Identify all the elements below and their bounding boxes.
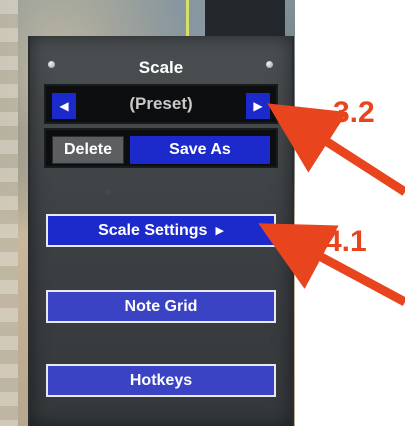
preset-actions: Delete Save As — [44, 128, 278, 168]
save-as-button[interactable]: Save As — [130, 136, 270, 164]
screenshot: Scale ◀ (Preset) ▶ Delete Save As Scale … — [0, 0, 405, 426]
panel-title: Scale — [138, 58, 184, 77]
preset-selector: ◀ (Preset) ▶ — [44, 84, 278, 124]
background-dark-area — [205, 0, 285, 36]
background-stripe — [0, 0, 18, 426]
scale-panel: Scale ◀ (Preset) ▶ Delete Save As Scale … — [28, 36, 294, 426]
preset-label[interactable]: (Preset) — [80, 86, 242, 122]
triangle-right-icon: ▶ — [215, 225, 224, 237]
annotation-label-4-1: 4.1 — [325, 225, 367, 258]
note-grid-button[interactable]: Note Grid — [46, 290, 276, 323]
triangle-right-icon: ▶ — [253, 99, 263, 113]
hotkeys-button[interactable]: Hotkeys — [46, 364, 276, 397]
scale-settings-label: Scale Settings — [98, 221, 208, 239]
delete-button[interactable]: Delete — [52, 136, 124, 164]
preset-next-button[interactable]: ▶ — [246, 93, 270, 119]
triangle-left-icon: ◀ — [59, 99, 69, 113]
annotation-label-3-2: 3.2 — [333, 96, 375, 129]
preset-prev-button[interactable]: ◀ — [52, 93, 76, 119]
scale-settings-button[interactable]: Scale Settings ▶ — [46, 214, 276, 247]
background-highlight-line — [186, 0, 189, 38]
